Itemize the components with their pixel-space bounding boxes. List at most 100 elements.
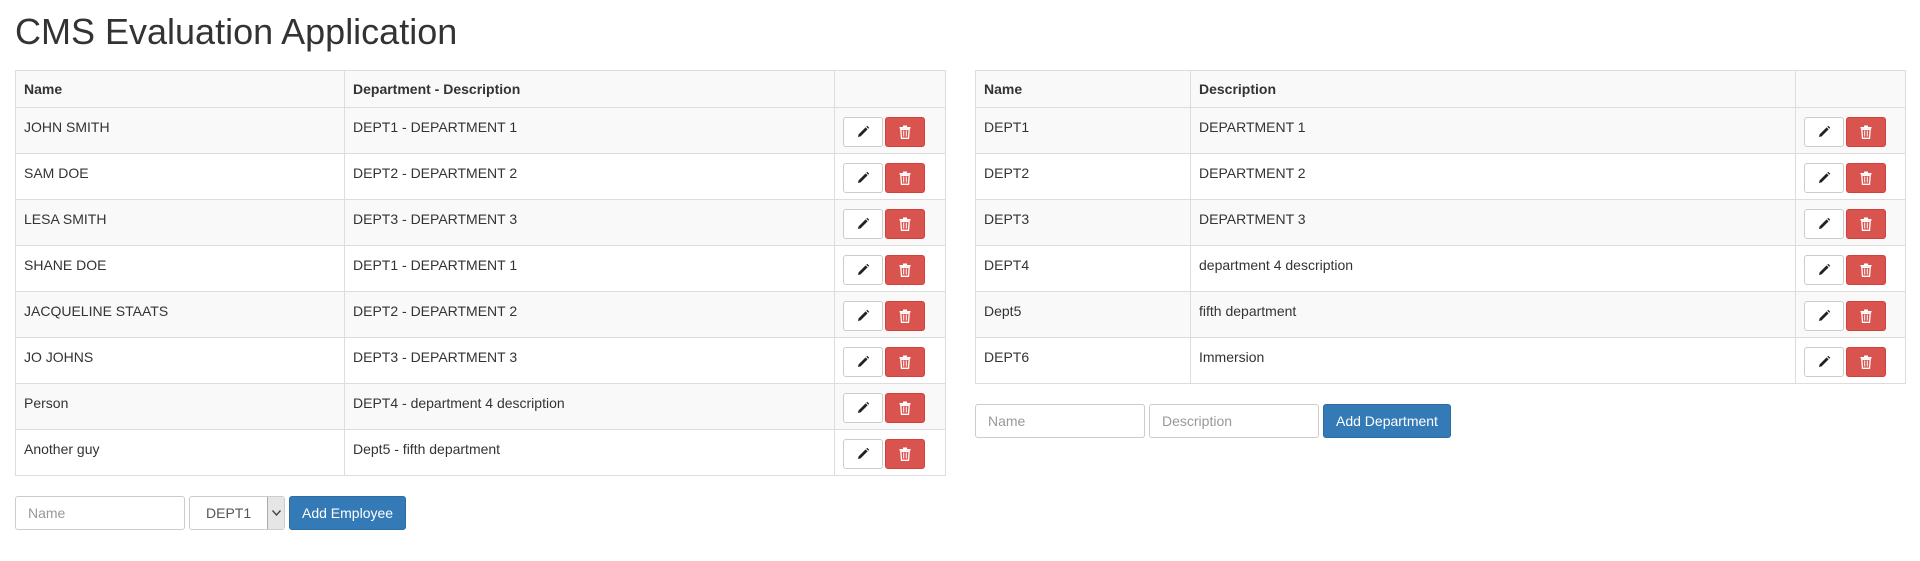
department-name-input[interactable] — [975, 404, 1145, 438]
row-actions — [1795, 107, 1906, 154]
column-header-actions — [1795, 70, 1906, 108]
delete-button[interactable] — [1846, 117, 1886, 147]
pencil-icon — [856, 263, 870, 277]
row-actions — [834, 429, 946, 476]
delete-button[interactable] — [1846, 209, 1886, 239]
pencil-icon — [856, 309, 870, 323]
edit-button[interactable] — [1804, 347, 1844, 377]
delete-button[interactable] — [885, 255, 925, 285]
add-department-button[interactable]: Add Department — [1323, 404, 1451, 438]
cell-dept: DEPT1 - DEPARTMENT 1 — [344, 107, 835, 154]
pencil-icon — [1817, 355, 1831, 369]
delete-button[interactable] — [1846, 255, 1886, 285]
column-header-name: Name — [975, 70, 1191, 108]
row-actions — [834, 199, 946, 246]
cell-name: SHANE DOE — [15, 245, 345, 292]
cell-name: DEPT4 — [975, 245, 1191, 292]
cell-name: LESA SMITH — [15, 199, 345, 246]
table-header-row: Name Description — [975, 70, 1906, 108]
table-row: DEPT3 DEPARTMENT 3 — [975, 199, 1906, 246]
cell-name: DEPT1 — [975, 107, 1191, 154]
cell-description: Immersion — [1190, 337, 1796, 384]
cell-name: JACQUELINE STAATS — [15, 291, 345, 338]
delete-button[interactable] — [1846, 347, 1886, 377]
row-actions — [834, 107, 946, 154]
trash-icon — [899, 263, 911, 277]
table-row: SHANE DOE DEPT1 - DEPARTMENT 1 — [15, 245, 946, 292]
table-row: DEPT4 department 4 description — [975, 245, 1906, 292]
row-actions — [834, 337, 946, 384]
column-header-department: Department - Description — [344, 70, 835, 108]
pencil-icon — [1817, 125, 1831, 139]
edit-button[interactable] — [1804, 117, 1844, 147]
table-row: JO JOHNS DEPT3 - DEPARTMENT 3 — [15, 337, 946, 384]
delete-button[interactable] — [1846, 163, 1886, 193]
edit-button[interactable] — [843, 163, 883, 193]
cell-name: Person — [15, 383, 345, 430]
pencil-icon — [1817, 171, 1831, 185]
table-row: DEPT2 DEPARTMENT 2 — [975, 153, 1906, 200]
trash-icon — [899, 401, 911, 415]
edit-button[interactable] — [843, 255, 883, 285]
chevron-down-icon — [267, 497, 284, 529]
add-department-form: Add Department — [975, 404, 1905, 438]
delete-button[interactable] — [885, 209, 925, 239]
edit-button[interactable] — [843, 439, 883, 469]
row-actions — [1795, 337, 1906, 384]
department-select[interactable]: DEPT1 — [189, 496, 285, 530]
cell-dept: DEPT4 - department 4 description — [344, 383, 835, 430]
edit-button[interactable] — [1804, 209, 1844, 239]
add-employee-button[interactable]: Add Employee — [289, 496, 407, 530]
cell-dept: Dept5 - fifth department — [344, 429, 835, 476]
edit-button[interactable] — [1804, 163, 1844, 193]
delete-button[interactable] — [885, 439, 925, 469]
column-header-actions — [834, 70, 946, 108]
table-row: Dept5 fifth department — [975, 291, 1906, 338]
pencil-icon — [856, 171, 870, 185]
edit-button[interactable] — [843, 209, 883, 239]
cell-dept: DEPT1 - DEPARTMENT 1 — [344, 245, 835, 292]
table-row: LESA SMITH DEPT3 - DEPARTMENT 3 — [15, 199, 946, 246]
delete-button[interactable] — [1846, 301, 1886, 331]
departments-panel: Name Description DEPT1 DEPARTMENT 1 DEPT2 D… — [975, 70, 1906, 438]
delete-button[interactable] — [885, 117, 925, 147]
pencil-icon — [856, 217, 870, 231]
pencil-icon — [856, 125, 870, 139]
cell-name: DEPT2 — [975, 153, 1191, 200]
employees-table: Name Department - Description JOHN SMITH… — [15, 70, 946, 476]
cell-name: Another guy — [15, 429, 345, 476]
department-description-input[interactable] — [1149, 404, 1319, 438]
cell-name: JOHN SMITH — [15, 107, 345, 154]
cell-name: SAM DOE — [15, 153, 345, 200]
row-actions — [1795, 245, 1906, 292]
cell-description: fifth department — [1190, 291, 1796, 338]
edit-button[interactable] — [843, 117, 883, 147]
table-row: JOHN SMITH DEPT1 - DEPARTMENT 1 — [15, 107, 946, 154]
row-actions — [834, 291, 946, 338]
trash-icon — [899, 309, 911, 323]
cell-dept: DEPT2 - DEPARTMENT 2 — [344, 291, 835, 338]
trash-icon — [1860, 355, 1872, 369]
trash-icon — [899, 217, 911, 231]
row-actions — [1795, 153, 1906, 200]
trash-icon — [899, 447, 911, 461]
delete-button[interactable] — [885, 347, 925, 377]
edit-button[interactable] — [843, 301, 883, 331]
trash-icon — [899, 125, 911, 139]
row-actions — [1795, 199, 1906, 246]
cell-name: Dept5 — [975, 291, 1191, 338]
table-row: JACQUELINE STAATS DEPT2 - DEPARTMENT 2 — [15, 291, 946, 338]
cell-name: JO JOHNS — [15, 337, 345, 384]
pencil-icon — [1817, 217, 1831, 231]
edit-button[interactable] — [1804, 255, 1844, 285]
delete-button[interactable] — [885, 301, 925, 331]
edit-button[interactable] — [843, 393, 883, 423]
edit-button[interactable] — [1804, 301, 1844, 331]
trash-icon — [899, 355, 911, 369]
row-actions — [1795, 291, 1906, 338]
employee-name-input[interactable] — [15, 496, 185, 530]
trash-icon — [1860, 125, 1872, 139]
edit-button[interactable] — [843, 347, 883, 377]
delete-button[interactable] — [885, 393, 925, 423]
delete-button[interactable] — [885, 163, 925, 193]
